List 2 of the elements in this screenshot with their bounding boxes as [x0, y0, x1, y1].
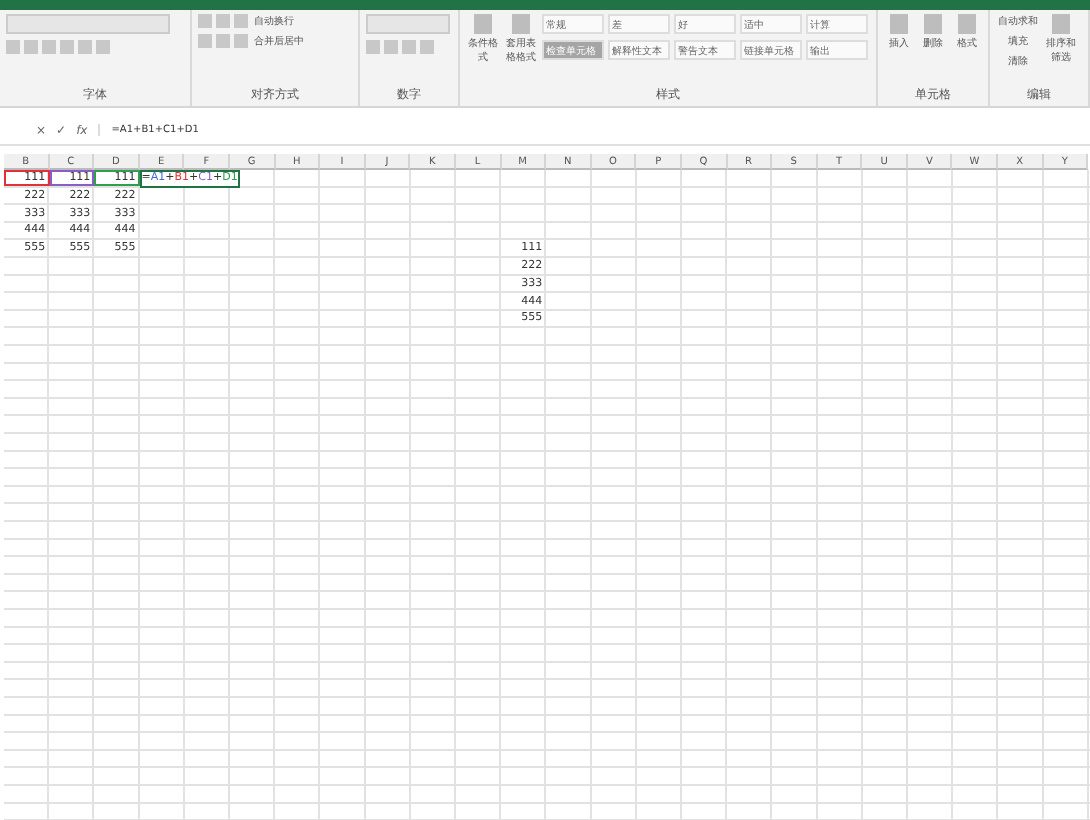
number-format-field[interactable] [366, 14, 450, 34]
font-name-field[interactable] [6, 14, 170, 34]
